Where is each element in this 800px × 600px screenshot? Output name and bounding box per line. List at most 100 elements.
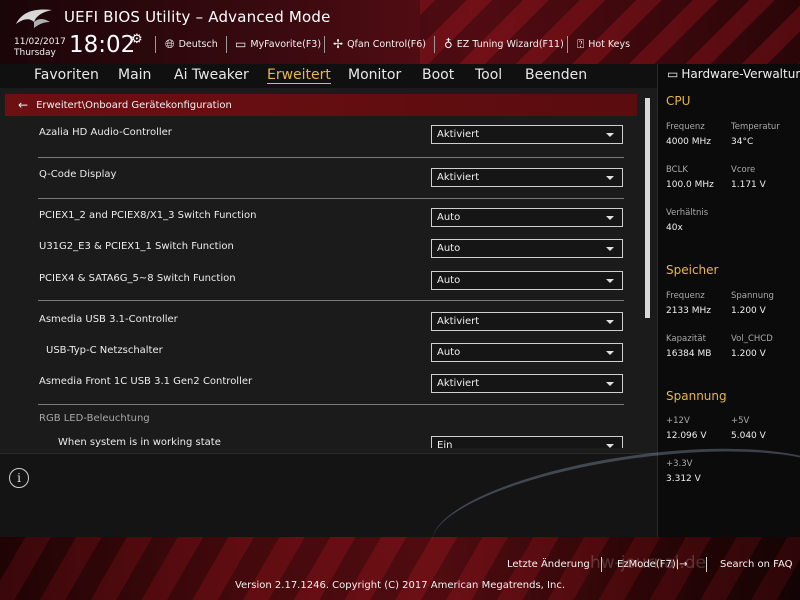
cpu-ratio: 40x [666, 223, 683, 233]
dropdown-value: Aktiviert [437, 378, 480, 389]
chevron-down-icon [606, 320, 614, 324]
setting-label-working-state: When system is in working state [58, 437, 221, 448]
dropdown-value: Auto [437, 275, 461, 286]
chevron-down-icon [606, 444, 614, 448]
tab-beenden[interactable]: Beenden [525, 67, 587, 83]
hw-memory-heading: Speicher [666, 263, 719, 277]
hw-cpu-heading: CPU [666, 94, 691, 108]
hw-label: Verhältnis [666, 208, 709, 218]
dropdown-qcode[interactable]: Aktiviert [431, 168, 623, 187]
hw-label: Frequenz [666, 122, 705, 132]
divider [38, 404, 624, 405]
chevron-down-icon [606, 351, 614, 355]
ezmode-button[interactable]: EzMode(F7)|→ [617, 559, 687, 570]
hotkeys-button[interactable]: ⍰ Hot Keys [577, 38, 630, 50]
last-change-button[interactable]: Letzte Änderung [507, 559, 590, 570]
hw-label: BCLK [666, 165, 688, 175]
section-rgb-heading: RGB LED-Beleuchtung [39, 413, 150, 424]
tab-tool[interactable]: Tool [475, 67, 502, 83]
hw-label: Vcore [731, 165, 756, 175]
myfavorite-label: MyFavorite(F3) [250, 38, 322, 50]
hw-label: Frequenz [666, 291, 705, 301]
dropdown-value: Ein [437, 440, 453, 448]
scrollbar[interactable] [645, 98, 650, 318]
dropdown-value: Aktiviert [437, 316, 480, 327]
header-divider [567, 36, 568, 53]
dropdown-value: Aktiviert [437, 172, 480, 183]
setting-label-usb-typc-power: USB-Typ-C Netzschalter [46, 345, 163, 356]
divider [38, 198, 624, 199]
tab-ai-tweaker[interactable]: Ai Tweaker [174, 67, 249, 83]
search-faq-button[interactable]: Search on FAQ [720, 559, 793, 570]
ez-tuning-button[interactable]: ♁ EZ Tuning Wizard(F11) [444, 38, 564, 50]
tab-favoriten[interactable]: Favoriten [34, 67, 99, 83]
top-header: UEFI BIOS Utility – Advanced Mode 11/02/… [0, 0, 800, 64]
dropdown-working-state[interactable]: Ein [431, 436, 623, 448]
qfan-label: Qfan Control(F6) [347, 38, 427, 50]
hotkeys-label: Hot Keys [588, 38, 631, 50]
hw-label: Temperatur [731, 122, 780, 132]
gear-icon[interactable]: ⚙ [131, 32, 143, 47]
settings-panel: ← Erweitert\Onboard Gerätekonfiguration … [0, 88, 657, 453]
voltage-5v: 5.040 V [731, 431, 766, 441]
hw-title-text: Hardware-Verwaltung [681, 67, 800, 81]
memory-frequency: 2133 MHz [666, 306, 712, 316]
chevron-down-icon [606, 176, 614, 180]
tab-main[interactable]: Main [118, 67, 151, 83]
tab-erweitert[interactable]: Erweitert [267, 67, 331, 84]
divider [38, 157, 624, 158]
dropdown-usb-typc-power[interactable]: Auto [431, 343, 623, 362]
cpu-bclk: 100.0 MHz [666, 180, 714, 190]
breadcrumb-path: Erweitert\Onboard Gerätekonfiguration [36, 99, 232, 111]
dropdown-u31g2[interactable]: Auto [431, 239, 623, 258]
monitor-icon: ▭ [667, 67, 679, 81]
fan-icon: ✢ [333, 37, 344, 51]
dropdown-asmedia-front[interactable]: Aktiviert [431, 374, 623, 393]
info-icon: i [9, 468, 29, 488]
dropdown-pciex1-2[interactable]: Auto [431, 208, 623, 227]
breadcrumb[interactable]: ← Erweitert\Onboard Gerätekonfiguration [5, 94, 637, 116]
date-text: 11/02/2017 [14, 37, 66, 47]
setting-label-asmedia-front: Asmedia Front 1C USB 3.1 Gen2 Controller [39, 376, 253, 387]
header-divider [324, 36, 325, 53]
monitor-star-icon: ▭ [235, 37, 247, 51]
hw-title: ▭ Hardware-Verwaltung [667, 67, 800, 81]
ez-tuning-label: EZ Tuning Wizard(F11) [456, 38, 564, 50]
lightbulb-icon: ♁ [444, 37, 453, 51]
tab-boot[interactable]: Boot [422, 67, 454, 83]
header-divider [226, 36, 227, 53]
setting-label-qcode: Q-Code Display [39, 169, 117, 180]
hw-label: Kapazität [666, 334, 706, 344]
main-tab-bar: Favoriten Main Ai Tweaker Erweitert Moni… [0, 64, 657, 88]
setting-label-u31g2: U31G2_E3 & PCIEX1_1 Switch Function [39, 241, 234, 252]
cpu-temperature: 34°C [731, 137, 754, 147]
cpu-vcore: 1.171 V [731, 180, 766, 190]
header-divider [434, 36, 435, 53]
language-button[interactable]: 🌐︎ Deutsch [165, 38, 218, 50]
dropdown-value: Aktiviert [437, 129, 480, 140]
chevron-down-icon [606, 133, 614, 137]
question-icon: ⍰ [577, 37, 585, 51]
qfan-button[interactable]: ✢ Qfan Control(F6) [333, 38, 426, 50]
chevron-down-icon [606, 216, 614, 220]
dropdown-pciex4[interactable]: Auto [431, 271, 623, 290]
tab-monitor[interactable]: Monitor [348, 67, 401, 83]
back-arrow-icon[interactable]: ← [18, 98, 28, 112]
memory-capacity: 16384 MB [666, 349, 712, 359]
setting-label-asmedia-usb31: Asmedia USB 3.1-Controller [39, 314, 178, 325]
divider [38, 300, 624, 301]
setting-label-pciex1-2: PCIEX1_2 and PCIEX8/X1_3 Switch Function [39, 210, 257, 221]
clock-time: 18:02 [69, 32, 136, 58]
version-text: Version 2.17.1246. Copyright (C) 2017 Am… [234, 580, 566, 591]
myfavorite-button[interactable]: ▭ MyFavorite(F3) [235, 38, 321, 50]
day-text: Thursday [14, 48, 56, 58]
dropdown-value: Auto [437, 243, 461, 254]
globe-icon: 🌐︎ [165, 37, 175, 51]
dropdown-value: Auto [437, 347, 461, 358]
dropdown-asmedia-usb31[interactable]: Aktiviert [431, 312, 623, 331]
dropdown-value: Auto [437, 212, 461, 223]
app-title: UEFI BIOS Utility – Advanced Mode [64, 8, 331, 26]
dropdown-azalia[interactable]: Aktiviert [431, 125, 623, 144]
chevron-down-icon [606, 247, 614, 251]
hw-label: Spannung [731, 291, 774, 301]
